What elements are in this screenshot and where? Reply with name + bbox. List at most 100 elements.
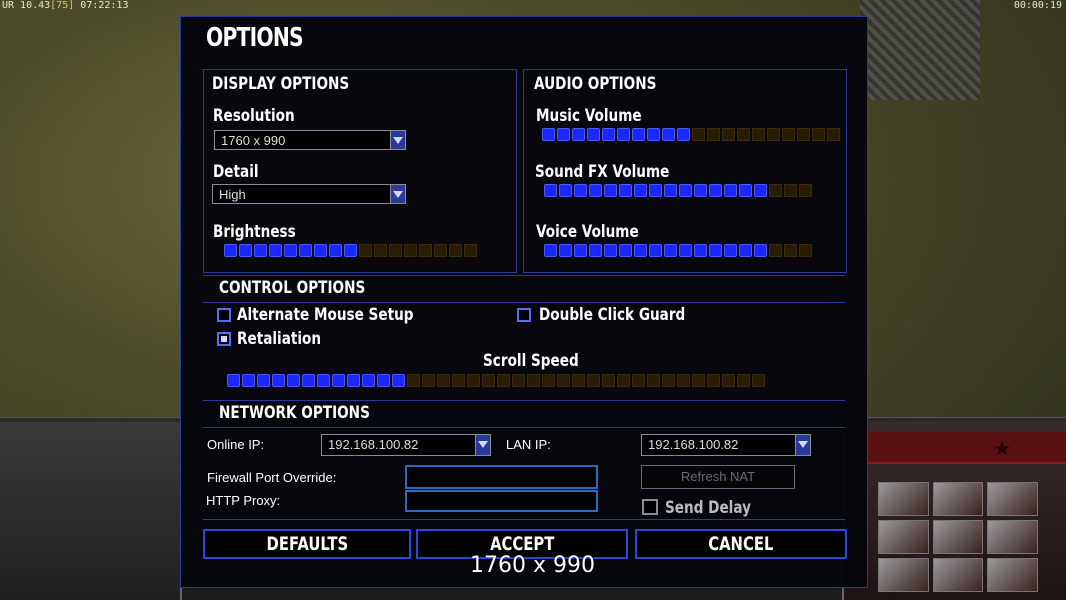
refresh-nat-button[interactable]: Refresh NAT [641,465,795,489]
slider-cell[interactable] [344,244,357,257]
double-click-guard-checkbox[interactable] [517,308,531,322]
slider-cell[interactable] [392,374,405,387]
send-delay-checkbox[interactable] [642,499,658,515]
slider-cell[interactable] [254,244,267,257]
send-delay-label[interactable]: Send Delay [665,498,751,518]
slider-cell[interactable] [752,128,765,141]
slider-cell[interactable] [482,374,495,387]
slider-cell[interactable] [572,374,585,387]
slider-cell[interactable] [314,244,327,257]
retaliation-label[interactable]: Retaliation [237,329,321,349]
slider-cell[interactable] [782,128,795,141]
slider-cell[interactable] [799,184,812,197]
slider-cell[interactable] [544,244,557,257]
slider-cell[interactable] [739,184,752,197]
slider-cell[interactable] [574,244,587,257]
slider-cell[interactable] [602,128,615,141]
slider-cell[interactable] [799,244,812,257]
slider-cell[interactable] [647,374,660,387]
slider-cell[interactable] [602,374,615,387]
slider-cell[interactable] [287,374,300,387]
slider-cell[interactable] [752,374,765,387]
slider-cell[interactable] [239,244,252,257]
slider-cell[interactable] [544,184,557,197]
slider-cell[interactable] [632,128,645,141]
slider-cell[interactable] [542,374,555,387]
sound-fx-volume-slider[interactable] [544,184,812,200]
slider-cell[interactable] [467,374,480,387]
slider-cell[interactable] [224,244,237,257]
slider-cell[interactable] [617,374,630,387]
slider-cell[interactable] [709,244,722,257]
slider-cell[interactable] [647,128,660,141]
slider-cell[interactable] [677,374,690,387]
slider-cell[interactable] [649,184,662,197]
slider-cell[interactable] [317,374,330,387]
slider-cell[interactable] [769,244,782,257]
slider-cell[interactable] [407,374,420,387]
slider-cell[interactable] [827,128,840,141]
online-ip-dropdown[interactable]: 192.168.100.82 [321,434,491,456]
slider-cell[interactable] [709,184,722,197]
slider-cell[interactable] [227,374,240,387]
double-click-guard-label[interactable]: Double Click Guard [539,305,685,325]
music-volume-slider[interactable] [542,128,840,144]
slider-cell[interactable] [634,184,647,197]
slider-cell[interactable] [559,184,572,197]
alternate-mouse-label[interactable]: Alternate Mouse Setup [237,305,414,325]
slider-cell[interactable] [422,374,435,387]
cancel-button[interactable]: CANCEL [635,529,847,559]
slider-cell[interactable] [617,128,630,141]
slider-cell[interactable] [434,244,447,257]
slider-cell[interactable] [572,128,585,141]
slider-cell[interactable] [574,184,587,197]
slider-cell[interactable] [664,244,677,257]
slider-cell[interactable] [722,374,735,387]
slider-cell[interactable] [724,184,737,197]
slider-cell[interactable] [662,374,675,387]
firewall-port-field[interactable] [405,465,598,489]
slider-cell[interactable] [754,184,767,197]
slider-cell[interactable] [769,184,782,197]
slider-cell[interactable] [707,128,720,141]
slider-cell[interactable] [784,184,797,197]
slider-cell[interactable] [797,128,810,141]
slider-cell[interactable] [329,244,342,257]
slider-cell[interactable] [359,244,372,257]
slider-cell[interactable] [302,374,315,387]
slider-cell[interactable] [634,244,647,257]
slider-cell[interactable] [632,374,645,387]
slider-cell[interactable] [377,374,390,387]
retaliation-checkbox[interactable] [217,332,231,346]
slider-cell[interactable] [619,184,632,197]
slider-cell[interactable] [692,128,705,141]
slider-cell[interactable] [374,244,387,257]
slider-cell[interactable] [737,374,750,387]
slider-cell[interactable] [739,244,752,257]
slider-cell[interactable] [767,128,780,141]
slider-cell[interactable] [389,244,402,257]
slider-cell[interactable] [589,244,602,257]
slider-cell[interactable] [694,244,707,257]
slider-cell[interactable] [299,244,312,257]
slider-cell[interactable] [257,374,270,387]
slider-cell[interactable] [557,128,570,141]
slider-cell[interactable] [449,244,462,257]
slider-cell[interactable] [587,374,600,387]
slider-cell[interactable] [649,244,662,257]
scroll-speed-slider[interactable] [227,374,765,390]
slider-cell[interactable] [679,184,692,197]
slider-cell[interactable] [604,184,617,197]
slider-cell[interactable] [404,244,417,257]
slider-cell[interactable] [284,244,297,257]
defaults-button[interactable]: DEFAULTS [203,529,411,559]
slider-cell[interactable] [692,374,705,387]
resolution-dropdown[interactable]: 1760 x 990 [214,130,406,150]
slider-cell[interactable] [347,374,360,387]
slider-cell[interactable] [707,374,720,387]
slider-cell[interactable] [589,184,602,197]
slider-cell[interactable] [587,128,600,141]
slider-cell[interactable] [512,374,525,387]
lan-ip-dropdown[interactable]: 192.168.100.82 [641,434,811,456]
detail-dropdown[interactable]: High [212,184,406,204]
